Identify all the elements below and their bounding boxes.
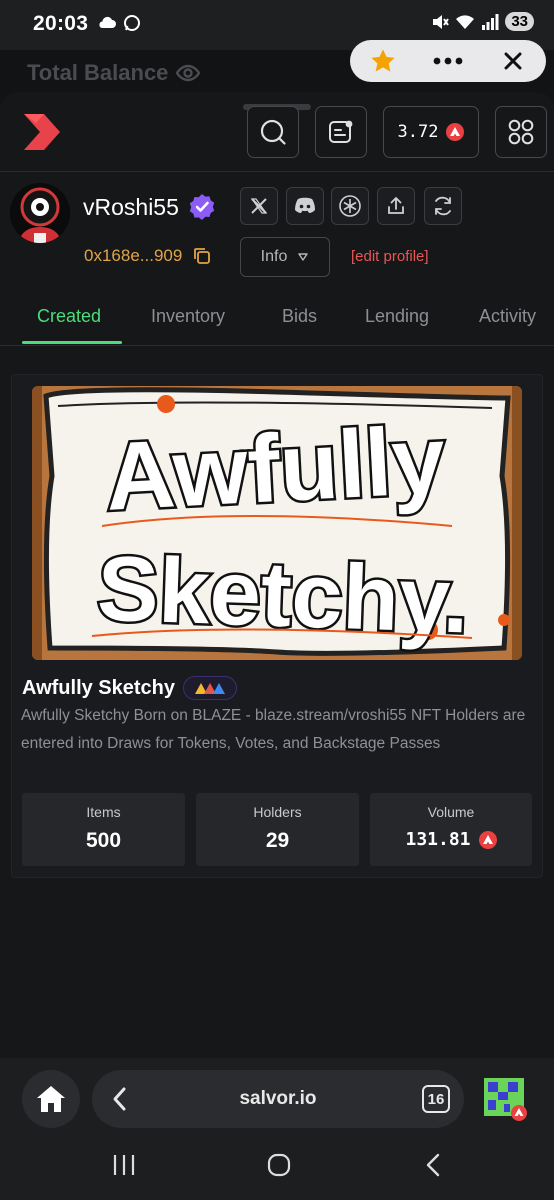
grid-icon bbox=[508, 119, 534, 145]
verified-icon bbox=[189, 194, 215, 220]
volume-value: 131.81 bbox=[405, 829, 471, 850]
profile-tabs: Created Inventory Bids Lending Activity bbox=[0, 292, 554, 346]
wifi-icon bbox=[456, 14, 475, 29]
url-text: salvor.io bbox=[239, 1088, 317, 1109]
salvor-logo[interactable] bbox=[20, 110, 64, 159]
edit-profile-link[interactable]: [edit profile] bbox=[351, 248, 429, 265]
cloud-icon bbox=[99, 16, 116, 28]
star-icon bbox=[370, 49, 395, 72]
close-button[interactable] bbox=[493, 44, 533, 78]
discord-icon bbox=[295, 197, 315, 213]
wallet-balance: 3.72 bbox=[397, 122, 439, 142]
whatsapp-icon bbox=[124, 15, 140, 31]
nav-back-icon[interactable] bbox=[424, 1152, 442, 1178]
collection-image[interactable]: Awfully Sketchy. bbox=[32, 386, 522, 660]
stat-items: Items 500 bbox=[22, 793, 185, 866]
collection-description: Awfully Sketchy Born on BLAZE - blaze.st… bbox=[21, 707, 526, 752]
avatar bbox=[10, 183, 70, 243]
tab-created[interactable]: Created bbox=[37, 306, 101, 327]
share-icon bbox=[388, 197, 404, 214]
address-bar[interactable]: salvor.io 16 bbox=[92, 1070, 464, 1128]
collection-title[interactable]: Awfully Sketchy bbox=[22, 676, 238, 700]
refresh-button[interactable] bbox=[424, 187, 462, 225]
battery-indicator: 33 bbox=[505, 12, 534, 31]
tab-bids[interactable]: Bids bbox=[282, 306, 317, 327]
copy-icon[interactable] bbox=[192, 246, 212, 266]
more-button[interactable] bbox=[428, 44, 468, 78]
more-icon bbox=[433, 57, 463, 65]
tab-lending[interactable]: Lending bbox=[365, 306, 429, 327]
triangle-logo-icon bbox=[195, 683, 226, 694]
x-icon bbox=[250, 198, 268, 214]
close-icon bbox=[504, 52, 522, 70]
search-icon bbox=[260, 119, 286, 145]
discord-button[interactable] bbox=[286, 187, 324, 225]
avax-icon bbox=[446, 123, 465, 141]
stat-holders: Holders 29 bbox=[196, 793, 359, 866]
notifications-button[interactable] bbox=[315, 106, 367, 158]
status-time: 20:03 bbox=[33, 12, 89, 35]
stat-volume: Volume 131.81 bbox=[370, 793, 532, 866]
twitter-button[interactable] bbox=[240, 187, 278, 225]
chevron-down-icon bbox=[298, 253, 309, 261]
browser-action-pill bbox=[350, 40, 546, 82]
snowflake-icon bbox=[339, 195, 361, 217]
recents-icon[interactable] bbox=[112, 1152, 136, 1178]
wallet-address[interactable]: 0x168e...909 bbox=[84, 246, 212, 266]
wallet-balance-button[interactable]: 3.72 bbox=[383, 106, 479, 158]
refresh-icon bbox=[435, 196, 451, 216]
active-tab-indicator bbox=[22, 341, 122, 344]
tab-inventory[interactable]: Inventory bbox=[151, 306, 225, 327]
home-button[interactable] bbox=[22, 1070, 80, 1128]
nav-home-icon[interactable] bbox=[266, 1152, 292, 1178]
bookmark-button[interactable] bbox=[363, 44, 403, 78]
profile-name: vRoshi55 bbox=[83, 193, 216, 221]
chain-badge bbox=[183, 676, 238, 700]
share-button[interactable] bbox=[377, 187, 415, 225]
menu-grid-button[interactable] bbox=[495, 106, 547, 158]
home-icon bbox=[37, 1086, 65, 1112]
art-text-line-1: Awfully bbox=[103, 406, 448, 531]
tab-activity[interactable]: Activity bbox=[479, 306, 536, 327]
tab-switcher-button[interactable]: 16 bbox=[422, 1085, 450, 1113]
avax-icon bbox=[478, 830, 497, 849]
mute-icon bbox=[433, 14, 450, 29]
info-dropdown-button[interactable]: Info bbox=[240, 237, 330, 277]
system-nav-bar bbox=[0, 1138, 554, 1200]
extension-button[interactable] bbox=[482, 1076, 528, 1122]
signal-icon bbox=[482, 13, 499, 30]
app-header: 3.72 bbox=[0, 92, 554, 172]
snowtrace-button[interactable] bbox=[331, 187, 369, 225]
notes-icon bbox=[329, 120, 353, 143]
search-button[interactable] bbox=[247, 106, 299, 158]
eye-icon bbox=[176, 64, 201, 82]
total-balance-heading: Total Balance bbox=[27, 60, 201, 86]
